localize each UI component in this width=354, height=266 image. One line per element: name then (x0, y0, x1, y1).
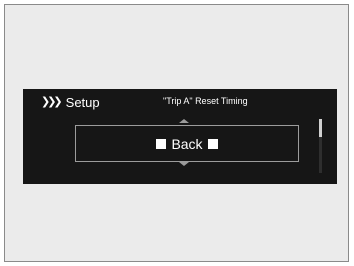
scrollbar-thumb[interactable] (319, 119, 322, 137)
triple-chevron-right-icon: ❯❯❯ (41, 94, 63, 108)
back-label: Back (171, 135, 203, 152)
scroll-down-arrow-icon[interactable] (179, 162, 189, 166)
back-option-button[interactable]: Back (75, 125, 299, 162)
right-square-marker-icon (207, 138, 218, 149)
setup-menu-label: ❯❯❯ Setup (41, 92, 100, 112)
menu-title: Setup (65, 94, 100, 110)
screen-title: "Trip A" Reset Timing (163, 96, 248, 106)
left-square-marker-icon (156, 138, 167, 149)
scroll-up-arrow-icon[interactable] (179, 119, 189, 123)
figure-frame: ❯❯❯ Setup "Trip A" Reset Timing Back (4, 4, 349, 262)
display-screen: ❯❯❯ Setup "Trip A" Reset Timing Back (23, 89, 337, 184)
scrollbar[interactable] (319, 119, 322, 173)
